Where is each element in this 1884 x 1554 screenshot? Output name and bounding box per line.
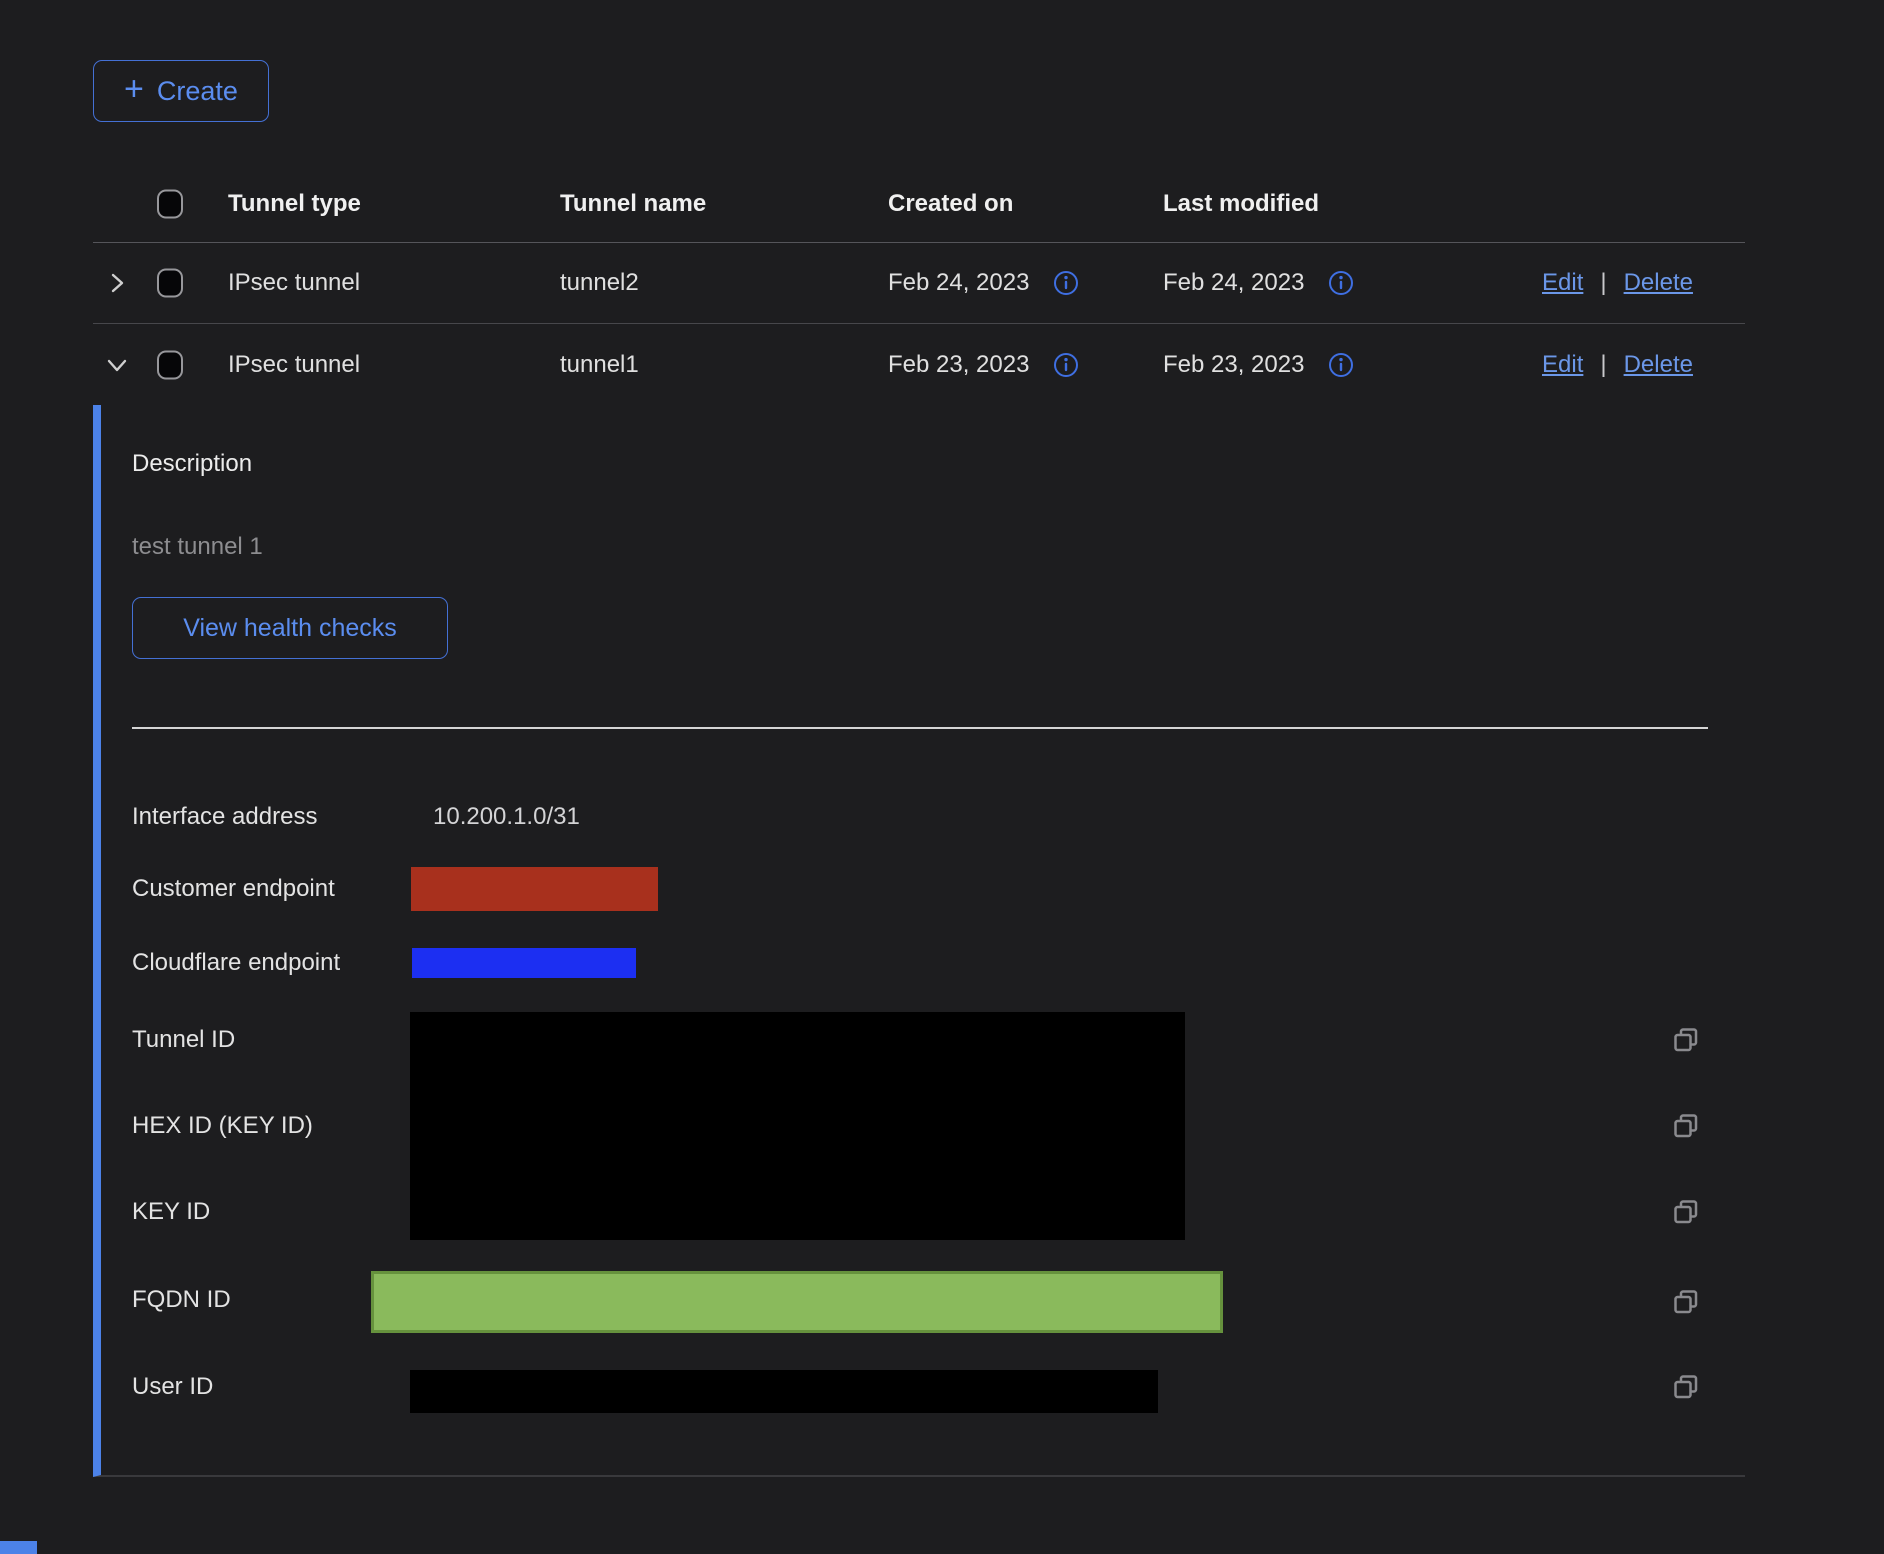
tunnel-type-cell: IPsec tunnel <box>228 351 360 379</box>
bottom-left-accent <box>0 1541 37 1554</box>
edit-link-tunnel1[interactable]: Edit <box>1542 351 1583 379</box>
tunnel-name-cell: tunnel1 <box>560 351 639 379</box>
delete-link-tunnel2[interactable]: Delete <box>1624 269 1693 297</box>
tunnel-detail-panel: Description test tunnel 1 View health ch… <box>93 405 1745 1477</box>
created-date: Feb 24, 2023 <box>888 269 1029 297</box>
table-header-row: Tunnel type Tunnel name Created on Last … <box>93 165 1745 243</box>
create-button[interactable]: + Create <box>93 60 269 122</box>
row-checkbox-tunnel2[interactable] <box>157 269 183 298</box>
column-header-tunnel-name: Tunnel name <box>560 190 706 218</box>
chevron-right-icon[interactable] <box>105 271 133 295</box>
info-icon[interactable] <box>1053 352 1079 378</box>
last-modified-cell: Feb 23, 2023 <box>1163 351 1354 379</box>
tunnel-id-label: Tunnel ID <box>132 1026 235 1054</box>
tunnels-table: Tunnel type Tunnel name Created on Last … <box>93 165 1745 405</box>
customer-endpoint-redacted-value <box>411 867 658 911</box>
description-label: Description <box>132 450 252 478</box>
tunnels-page: + Create Tunnel type Tunnel name Created… <box>0 0 1884 1554</box>
actions-separator: | <box>1600 269 1606 297</box>
actions-separator: | <box>1600 351 1606 379</box>
copy-icon-user-id[interactable] <box>1672 1373 1700 1401</box>
column-header-created-on: Created on <box>888 190 1013 218</box>
tunnel-name-cell: tunnel2 <box>560 269 639 297</box>
row-checkbox-tunnel1[interactable] <box>157 350 183 379</box>
column-header-last-modified: Last modified <box>1163 190 1319 218</box>
plus-icon: + <box>124 72 144 106</box>
last-modified-cell: Feb 24, 2023 <box>1163 269 1354 297</box>
table-row-tunnel2: IPsec tunnel tunnel2 Feb 24, 2023 Feb 24… <box>93 243 1745 324</box>
info-icon[interactable] <box>1053 270 1079 296</box>
info-icon[interactable] <box>1328 270 1354 296</box>
user-id-label: User ID <box>132 1373 213 1401</box>
tunnel-type-cell: IPsec tunnel <box>228 269 360 297</box>
description-value: test tunnel 1 <box>132 533 263 561</box>
key-id-label: KEY ID <box>132 1198 210 1226</box>
cloudflare-endpoint-redacted-value <box>412 948 636 978</box>
info-icon[interactable] <box>1328 352 1354 378</box>
copy-icon-key-id[interactable] <box>1672 1198 1700 1226</box>
create-button-label: Create <box>157 76 238 107</box>
edit-link-tunnel2[interactable]: Edit <box>1542 269 1583 297</box>
column-header-tunnel-type: Tunnel type <box>228 190 361 218</box>
delete-link-tunnel1[interactable]: Delete <box>1624 351 1693 379</box>
interface-address-label: Interface address <box>132 803 317 831</box>
user-id-redacted-value <box>410 1370 1158 1413</box>
fqdn-id-label: FQDN ID <box>132 1286 231 1314</box>
copy-icon-hex-id[interactable] <box>1672 1112 1700 1140</box>
created-on-cell: Feb 23, 2023 <box>888 351 1079 379</box>
chevron-down-icon[interactable] <box>105 353 133 377</box>
fqdn-id-redacted-value <box>371 1271 1223 1333</box>
hex-id-label: HEX ID (KEY ID) <box>132 1112 313 1140</box>
detail-divider <box>132 727 1708 729</box>
modified-date: Feb 24, 2023 <box>1163 269 1304 297</box>
row-actions: Edit | Delete <box>1542 269 1693 297</box>
cloudflare-endpoint-label: Cloudflare endpoint <box>132 949 340 977</box>
modified-date: Feb 23, 2023 <box>1163 351 1304 379</box>
table-row-tunnel1: IPsec tunnel tunnel1 Feb 23, 2023 Feb 23… <box>93 324 1745 405</box>
select-all-checkbox[interactable] <box>157 189 183 218</box>
copy-icon-tunnel-id[interactable] <box>1672 1026 1700 1054</box>
copy-icon-fqdn-id[interactable] <box>1672 1288 1700 1316</box>
ids-redacted-values <box>410 1012 1185 1240</box>
customer-endpoint-label: Customer endpoint <box>132 875 335 903</box>
created-date: Feb 23, 2023 <box>888 351 1029 379</box>
interface-address-value: 10.200.1.0/31 <box>433 803 580 831</box>
row-actions: Edit | Delete <box>1542 351 1693 379</box>
view-health-checks-button[interactable]: View health checks <box>132 597 448 659</box>
created-on-cell: Feb 24, 2023 <box>888 269 1079 297</box>
